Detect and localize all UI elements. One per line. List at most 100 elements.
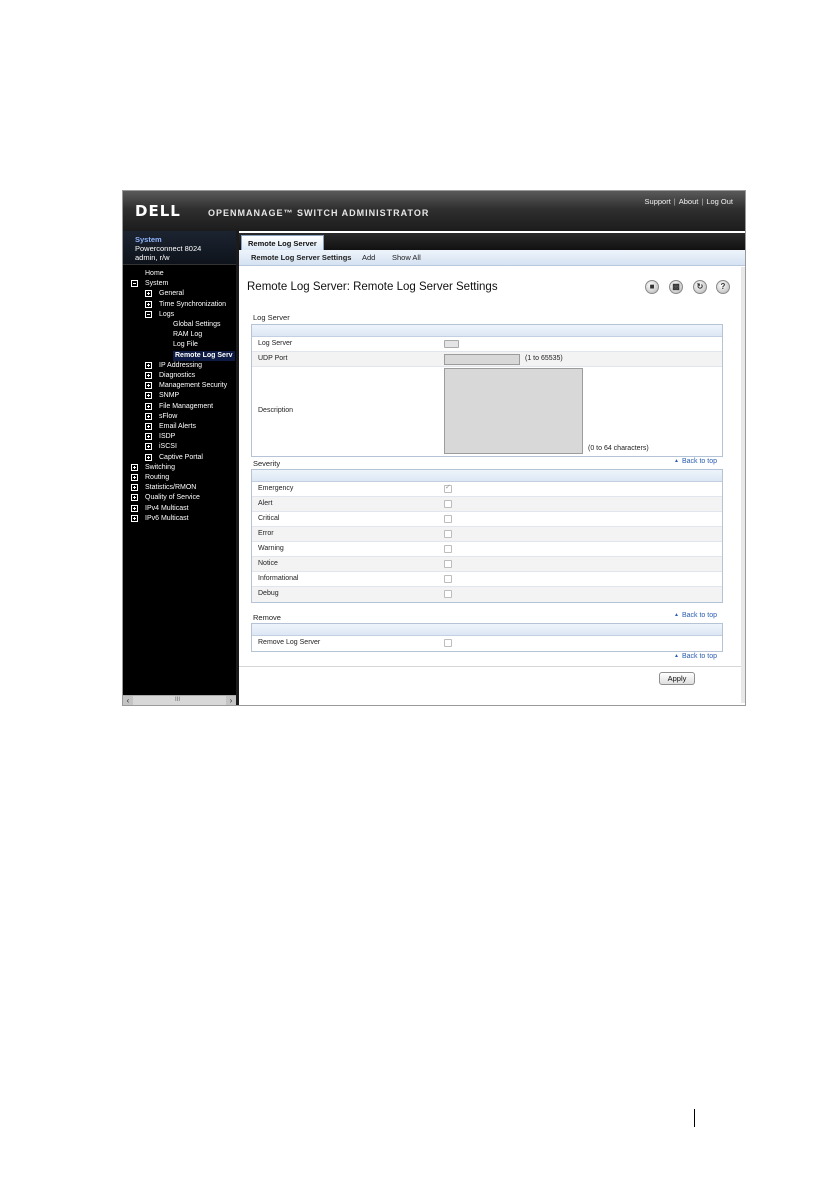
expand-plus-icon[interactable] bbox=[145, 361, 152, 369]
severity-checkbox[interactable] bbox=[444, 545, 452, 553]
nav-item[interactable]: Time Synchronization bbox=[123, 300, 236, 310]
severity-label: Critical bbox=[258, 515, 280, 522]
log-server-section-title: Log Server bbox=[253, 313, 290, 322]
scroll-right-arrow-icon[interactable]: › bbox=[226, 696, 236, 705]
expand-plus-icon[interactable] bbox=[131, 514, 138, 522]
udp-port-row: UDP Port (1 to 65535) bbox=[252, 352, 722, 367]
scroll-left-arrow-icon[interactable]: ‹ bbox=[123, 696, 133, 705]
collapse-minus-icon[interactable] bbox=[145, 310, 152, 318]
severity-label: Alert bbox=[258, 500, 273, 507]
nav-item[interactable]: General bbox=[123, 289, 236, 299]
sub-tab-bar: Remote Log Server Settings Add Show All bbox=[239, 250, 745, 266]
nav-item[interactable]: Diagnostics bbox=[123, 371, 236, 381]
nav-item[interactable]: Logs bbox=[123, 310, 236, 320]
system-info: System Powerconnect 8024 admin, r/w bbox=[123, 231, 236, 265]
expand-plus-icon[interactable] bbox=[145, 443, 152, 451]
remove-log-server-checkbox[interactable] bbox=[444, 639, 452, 647]
nav-item[interactable]: Captive Portal bbox=[123, 453, 236, 463]
severity-section-title: Severity bbox=[253, 459, 281, 468]
expand-plus-icon[interactable] bbox=[145, 412, 152, 420]
tab-remote-log-server[interactable]: Remote Log Server bbox=[241, 235, 324, 251]
nav-item-label: Management Security bbox=[159, 382, 228, 390]
severity-row: Informational bbox=[252, 572, 722, 587]
nav-item[interactable]: RAM Log bbox=[123, 330, 236, 340]
subtab-remote-log-server-settings[interactable]: Remote Log Server Settings bbox=[251, 250, 351, 266]
severity-label: Informational bbox=[258, 575, 299, 582]
nav-item[interactable]: Global Settings bbox=[123, 320, 236, 330]
expand-plus-icon[interactable] bbox=[145, 290, 152, 298]
nav-item[interactable]: IPv6 Multicast bbox=[123, 514, 236, 524]
nav-item-label: Quality of Service bbox=[145, 494, 200, 502]
collapse-minus-icon[interactable] bbox=[131, 280, 138, 288]
nav-item-label: iSCSI bbox=[159, 443, 177, 451]
nav-item[interactable]: Routing bbox=[123, 473, 236, 483]
udp-port-label: UDP Port bbox=[258, 355, 288, 362]
expand-plus-icon[interactable] bbox=[131, 494, 138, 502]
udp-port-range: (1 to 65535) bbox=[525, 355, 563, 362]
description-label: Description bbox=[258, 407, 294, 414]
expand-plus-icon[interactable] bbox=[131, 504, 138, 512]
main-area: Remote Log Server Remote Log Server Sett… bbox=[236, 231, 745, 705]
nav-item-label: Global Settings bbox=[173, 321, 221, 328]
apply-button[interactable]: Apply bbox=[659, 672, 695, 685]
nav-item[interactable]: IP Addressing bbox=[123, 361, 236, 371]
help-icon[interactable]: ? bbox=[716, 280, 730, 294]
expand-plus-icon[interactable] bbox=[131, 474, 138, 481]
back-to-top-link[interactable]: Back to top bbox=[674, 612, 717, 619]
scroll-thumb-grip[interactable]: III bbox=[175, 696, 180, 705]
log-server-select[interactable] bbox=[444, 340, 459, 348]
expand-plus-icon[interactable] bbox=[145, 392, 152, 400]
logout-link[interactable]: Log Out bbox=[706, 197, 733, 206]
tree-horizontal-scrollbar[interactable]: ‹ III › bbox=[123, 695, 236, 705]
expand-plus-icon[interactable] bbox=[145, 433, 152, 441]
nav-item[interactable]: System bbox=[123, 279, 236, 289]
severity-checkbox[interactable] bbox=[444, 500, 452, 508]
expand-plus-icon[interactable] bbox=[131, 463, 138, 471]
nav-item[interactable]: Management Security bbox=[123, 381, 236, 391]
nav-item[interactable]: iSCSI bbox=[123, 442, 236, 452]
expand-plus-icon[interactable] bbox=[145, 402, 152, 410]
nav-item[interactable]: Statistics/RMON bbox=[123, 483, 236, 493]
expand-plus-icon[interactable] bbox=[145, 300, 152, 308]
subtab-add[interactable]: Add bbox=[362, 250, 375, 266]
nav-item[interactable]: ISDP bbox=[123, 432, 236, 442]
nav-item-label: sFlow bbox=[159, 412, 178, 420]
nav-item[interactable]: Email Alerts bbox=[123, 422, 236, 432]
expand-plus-icon[interactable] bbox=[145, 372, 152, 379]
system-title: System bbox=[135, 235, 162, 244]
expand-plus-icon[interactable] bbox=[131, 484, 138, 492]
subtab-show-all[interactable]: Show All bbox=[392, 250, 421, 266]
nav-item[interactable]: SNMP bbox=[123, 391, 236, 401]
system-user: admin, r/w bbox=[135, 253, 170, 262]
severity-checkbox[interactable] bbox=[444, 560, 452, 568]
severity-checkbox[interactable] bbox=[444, 575, 452, 583]
print-icon[interactable]: ▩ bbox=[669, 280, 683, 294]
log-server-label: Log Server bbox=[258, 340, 293, 347]
content-vertical-scrollbar[interactable] bbox=[741, 267, 745, 703]
expand-plus-icon[interactable] bbox=[145, 453, 152, 461]
back-to-top-link[interactable]: Back to top bbox=[674, 458, 717, 465]
nav-item[interactable]: IPv4 Multicast bbox=[123, 504, 236, 514]
expand-plus-icon[interactable] bbox=[145, 382, 152, 390]
nav-item[interactable]: File Management bbox=[123, 402, 236, 412]
save-icon[interactable]: ■ bbox=[645, 280, 659, 294]
nav-item[interactable]: sFlow bbox=[123, 412, 236, 422]
udp-port-input[interactable] bbox=[444, 354, 520, 365]
severity-checkbox[interactable] bbox=[444, 530, 452, 538]
severity-checkbox[interactable] bbox=[444, 483, 452, 493]
back-to-top-link[interactable]: Back to top bbox=[674, 653, 717, 660]
nav-item[interactable]: Home bbox=[123, 269, 236, 279]
link-separator: | bbox=[673, 197, 676, 206]
nav-item[interactable]: Quality of Service bbox=[123, 493, 236, 503]
support-link[interactable]: Support bbox=[645, 197, 671, 206]
severity-checkbox[interactable] bbox=[444, 590, 452, 598]
refresh-icon[interactable]: ↻ bbox=[693, 280, 707, 294]
description-textarea[interactable] bbox=[444, 368, 583, 454]
nav-item[interactable]: Log File bbox=[123, 340, 236, 350]
severity-checkbox[interactable] bbox=[444, 515, 452, 523]
nav-item[interactable]: Remote Log Serv bbox=[123, 350, 236, 361]
footer-divider bbox=[239, 666, 741, 667]
expand-plus-icon[interactable] bbox=[145, 423, 152, 430]
about-link[interactable]: About bbox=[679, 197, 699, 206]
nav-item[interactable]: Switching bbox=[123, 463, 236, 473]
